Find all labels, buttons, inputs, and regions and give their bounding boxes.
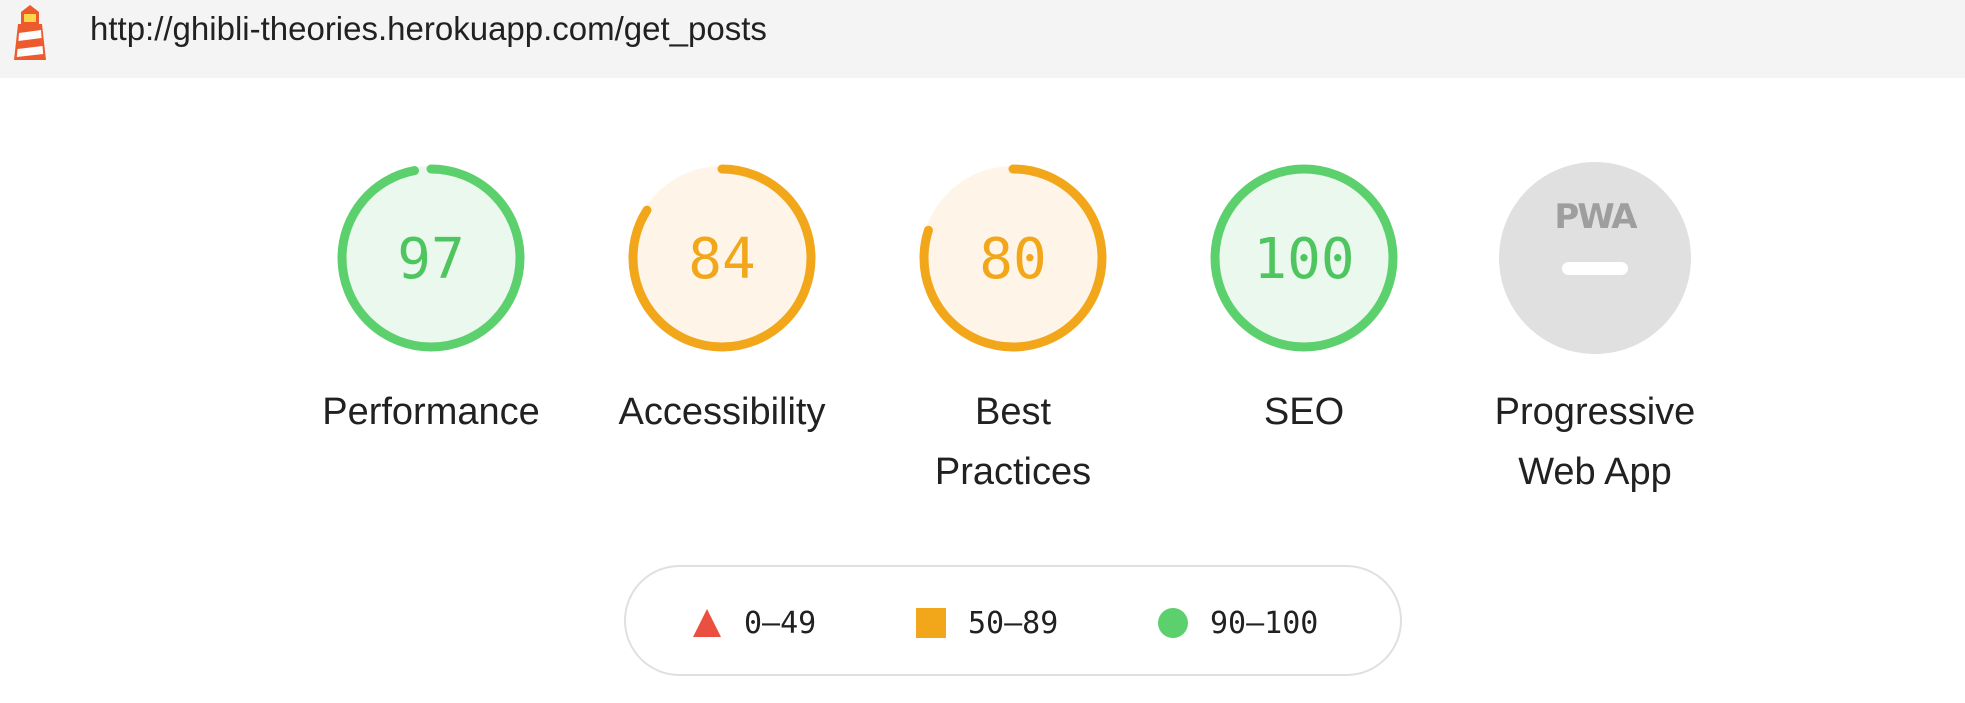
square-icon [916,608,946,638]
legend-item-pass: 90–100 [1158,603,1318,643]
seo-label: SEO [1263,391,1345,433]
best-practices-score: 80 [979,227,1046,292]
lighthouse-icon [14,5,46,60]
performance-gauge[interactable]: 97 Performance [286,160,576,442]
page-url[interactable]: http://ghibli-theories.herokuapp.com/get… [90,10,767,48]
score-legend: 0–49 50–89 90–100 [624,565,1402,676]
pwa-badge: PWA [1499,162,1691,354]
pwa-badge-text: PWA [1554,197,1638,237]
accessibility-score: 84 [688,227,755,292]
best-practices-score-ring: 80 [919,164,1107,352]
best-practices-gauge[interactable]: 80 Best Practices [868,160,1158,502]
seo-gauge[interactable]: 100 SEO [1159,160,1449,442]
performance-score-ring: 97 [337,164,525,352]
seo-score: 100 [1253,227,1354,292]
circle-icon [1158,608,1188,638]
legend-item-fail: 0–49 [692,603,816,643]
legend-item-average: 50–89 [916,603,1058,643]
seo-score-ring: 100 [1210,164,1398,352]
accessibility-label: Accessibility [618,391,826,433]
pwa-gauge[interactable]: PWA Progressive Web App [1450,160,1740,502]
best-practices-label: Best Practices [934,391,1092,493]
accessibility-score-ring: 84 [628,164,816,352]
pwa-dash-icon [1562,262,1628,275]
triangle-icon [693,609,721,637]
top-bar: http://ghibli-theories.herokuapp.com/get… [0,0,1965,78]
performance-label: Performance [322,391,540,433]
accessibility-gauge[interactable]: 84 Accessibility [577,160,867,442]
performance-score: 97 [397,227,464,292]
pwa-label: Progressive Web App [1494,391,1696,493]
